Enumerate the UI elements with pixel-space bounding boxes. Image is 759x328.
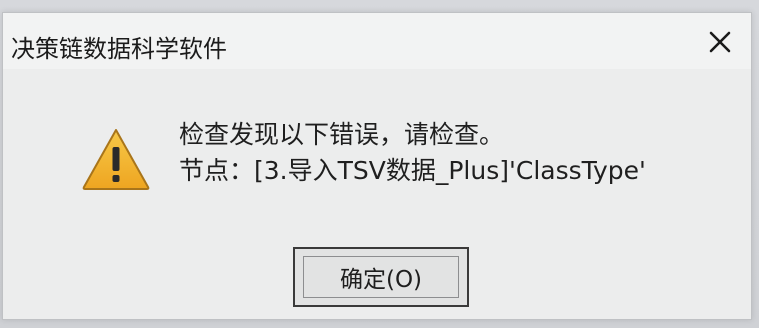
ok-button-label: 确定(O) — [303, 256, 459, 298]
warning-icon — [82, 129, 150, 190]
error-dialog: 决策链数据科学软件 检查发现以下错误，请检查。 节点：[3.导入TSV数据_Pl… — [2, 12, 752, 320]
title-bar: 决策链数据科学软件 — [3, 13, 751, 69]
ok-button[interactable]: 确定(O) — [293, 247, 469, 307]
screen: 决策链数据科学软件 检查发现以下错误，请检查。 节点：[3.导入TSV数据_Pl… — [0, 0, 759, 328]
message-line-1: 检查发现以下错误，请检查。 — [179, 120, 505, 149]
close-icon — [709, 31, 731, 53]
message-line-2: 节点：[3.导入TSV数据_Plus]'ClassType' — [179, 156, 646, 185]
close-button[interactable] — [703, 25, 737, 59]
error-message: 检查发现以下错误，请检查。 节点：[3.导入TSV数据_Plus]'ClassT… — [179, 117, 646, 189]
dialog-content: 检查发现以下错误，请检查。 节点：[3.导入TSV数据_Plus]'ClassT… — [3, 69, 751, 319]
dialog-title: 决策链数据科学软件 — [11, 35, 227, 63]
